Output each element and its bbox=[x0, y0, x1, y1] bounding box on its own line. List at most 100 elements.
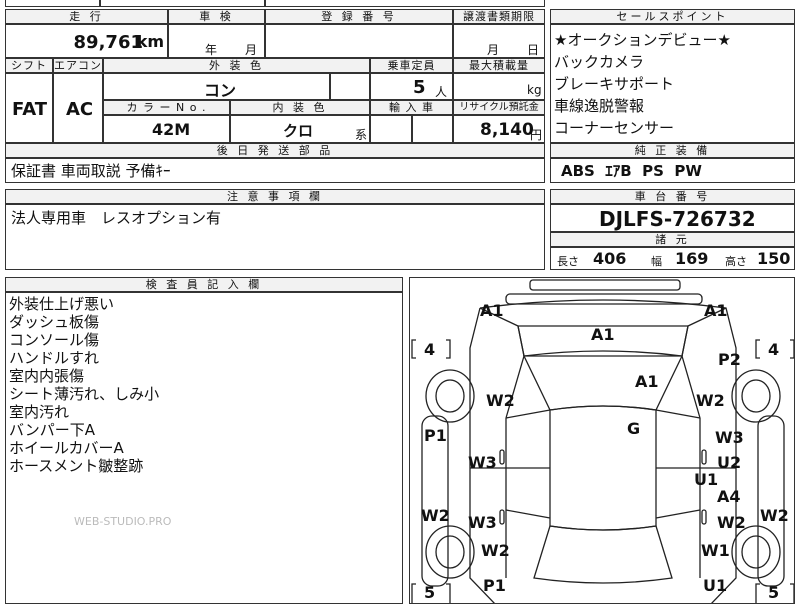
equipment-header: 純 正 装 備 bbox=[550, 143, 795, 158]
capacity-unit: 人 bbox=[435, 85, 448, 99]
damage-mark: W2 bbox=[717, 513, 746, 532]
damage-mark: W3 bbox=[468, 453, 497, 472]
recycle-cell: 8,140 円 bbox=[453, 115, 545, 143]
chassis-header: 車 台 番 号 bbox=[550, 189, 795, 204]
color-no-value: 42M bbox=[152, 120, 191, 139]
import-header: 輸 入 車 bbox=[370, 100, 453, 115]
extras-cell: 保証書 車両取説 予備ｷｰ bbox=[5, 158, 545, 183]
aircon-cell: AC bbox=[53, 73, 103, 143]
shift-value: FAT bbox=[12, 99, 48, 120]
top-cell-1 bbox=[5, 0, 100, 7]
transfer-month-unit: 月 bbox=[487, 43, 500, 57]
maxload-header: 最大積載量 bbox=[453, 58, 545, 73]
exterior-extra-cell bbox=[330, 73, 370, 100]
inspector-note-line: バンパー下A bbox=[9, 421, 96, 439]
car-damage-diagram: 4 4 5 5 A1 A1 A1 A1 P2 W2 W2 G P1 W3 W3 … bbox=[409, 277, 795, 604]
damage-mark: P1 bbox=[424, 426, 447, 445]
notes-value: 法人専用車 レスオプション有 bbox=[11, 209, 222, 227]
width-label: 幅 bbox=[651, 255, 662, 268]
inspector-note-line: シート薄汚れ、しみ小 bbox=[9, 385, 160, 403]
damage-mark: A1 bbox=[480, 301, 504, 320]
damage-mark: U2 bbox=[717, 453, 742, 472]
inspector-note-line: 室内内張傷 bbox=[9, 367, 85, 385]
damage-mark: W2 bbox=[486, 391, 515, 410]
watermark: WEB-STUDIO.PRO bbox=[74, 515, 172, 528]
registration-cell bbox=[265, 24, 453, 58]
chassis-cell: DJLFS-726732 bbox=[550, 204, 795, 232]
recycle-value: 8,140 bbox=[480, 120, 534, 140]
chassis-value: DJLFS-726732 bbox=[599, 207, 756, 231]
notes-header: 注 意 事 項 欄 bbox=[5, 189, 545, 204]
mileage-header: 走 行 bbox=[5, 9, 168, 24]
extras-value: 保証書 車両取説 予備ｷｰ bbox=[11, 162, 171, 180]
interior-color-unit: 系 bbox=[355, 128, 368, 142]
inspector-header: 検 査 員 記 入 欄 bbox=[5, 277, 403, 292]
notes-cell: 法人専用車 レスオプション有 bbox=[5, 204, 545, 270]
width-value: 169 bbox=[675, 249, 709, 268]
selling-points-list: ★オークションデビュー★ バックカメラ ブレーキサポート 車線逸脱警報 コーナー… bbox=[550, 24, 795, 143]
height-value: 150 bbox=[757, 249, 791, 268]
equipment-cell: ABS ｴｱB PS PW bbox=[550, 158, 795, 183]
color-no-header: カ ラ ー N o . bbox=[103, 100, 230, 115]
inspector-note-line: 外装仕上げ悪い bbox=[9, 295, 115, 313]
inspector-note-line: ダッシュ板傷 bbox=[9, 313, 100, 331]
damage-mark: A1 bbox=[704, 301, 728, 320]
damage-mark: G bbox=[627, 419, 641, 438]
damage-mark: W3 bbox=[715, 428, 744, 447]
damage-mark: P1 bbox=[483, 576, 506, 595]
aircon-header: エアコン bbox=[53, 58, 103, 73]
recycle-unit: 円 bbox=[530, 128, 543, 142]
damage-mark: W2 bbox=[760, 506, 789, 525]
inspector-notes: 外装仕上げ悪い ダッシュ板傷 コンソール傷 ハンドルすれ 室内内張傷 シート薄汚… bbox=[5, 292, 403, 604]
specs-cell: 長さ 406 幅 169 高さ 150 bbox=[550, 247, 795, 270]
maxload-unit: kg bbox=[527, 83, 542, 97]
selling-point-item: ★オークションデビュー★ bbox=[554, 31, 731, 49]
specs-header: 諸 元 bbox=[550, 232, 795, 247]
transfer-header: 譲渡書類期限 bbox=[453, 9, 545, 24]
mileage-cell: 89,761 km bbox=[5, 24, 168, 58]
tire-rear-left-tread: 5 bbox=[424, 583, 436, 602]
capacity-cell: 5 人 bbox=[370, 73, 453, 100]
aircon-value: AC bbox=[66, 99, 94, 120]
mileage-value: 89,761 bbox=[73, 32, 143, 53]
mileage-unit: km bbox=[136, 32, 164, 51]
capacity-header: 乗車定員 bbox=[370, 58, 453, 73]
tire-front-right-tread: 4 bbox=[768, 340, 780, 359]
interior-color-header: 内 装 色 bbox=[230, 100, 370, 115]
damage-mark: U1 bbox=[703, 576, 728, 595]
color-no-cell: 42M bbox=[103, 115, 230, 143]
inspector-note-line: ハンドルすれ bbox=[9, 349, 100, 367]
exterior-color-header: 外 装 色 bbox=[103, 58, 370, 73]
damage-mark: W2 bbox=[481, 541, 510, 560]
tire-front-left-tread: 4 bbox=[424, 340, 436, 359]
extras-header: 後 日 発 送 部 品 bbox=[5, 143, 545, 158]
tire-rear-right-tread: 5 bbox=[768, 583, 780, 602]
inspection-cell: 年 月 bbox=[168, 24, 265, 58]
damage-mark: W2 bbox=[696, 391, 725, 410]
inspector-note-line: コンソール傷 bbox=[9, 331, 100, 349]
maxload-cell: kg bbox=[453, 73, 545, 100]
shift-header: シフト bbox=[5, 58, 53, 73]
selling-points-header: セールスポイント bbox=[550, 9, 795, 24]
selling-point-item: 車線逸脱警報 bbox=[554, 97, 645, 115]
selling-point-item: コーナーセンサー bbox=[554, 119, 675, 137]
registration-header: 登 録 番 号 bbox=[265, 9, 453, 24]
top-cell-2 bbox=[100, 0, 265, 7]
interior-color-value: クロ bbox=[283, 122, 314, 140]
exterior-color-cell: コン bbox=[103, 73, 330, 100]
transfer-cell: 月 日 bbox=[453, 24, 545, 58]
inspector-note-line: ホースメント皺整跡 bbox=[9, 457, 144, 475]
damage-mark: U1 bbox=[694, 470, 719, 489]
exterior-color-value: コン bbox=[204, 81, 237, 100]
damage-mark: W1 bbox=[701, 541, 730, 560]
shift-cell: FAT bbox=[5, 73, 53, 143]
length-value: 406 bbox=[593, 249, 627, 268]
selling-point-item: バックカメラ bbox=[554, 53, 645, 71]
top-cell-3 bbox=[265, 0, 545, 7]
damage-mark: W3 bbox=[468, 513, 497, 532]
transfer-day-unit: 日 bbox=[527, 43, 540, 57]
inspection-header: 車 検 bbox=[168, 9, 265, 24]
damage-mark: A1 bbox=[635, 372, 659, 391]
import-cell-b bbox=[412, 115, 453, 143]
inspector-note-line: 室内汚れ bbox=[9, 403, 70, 421]
